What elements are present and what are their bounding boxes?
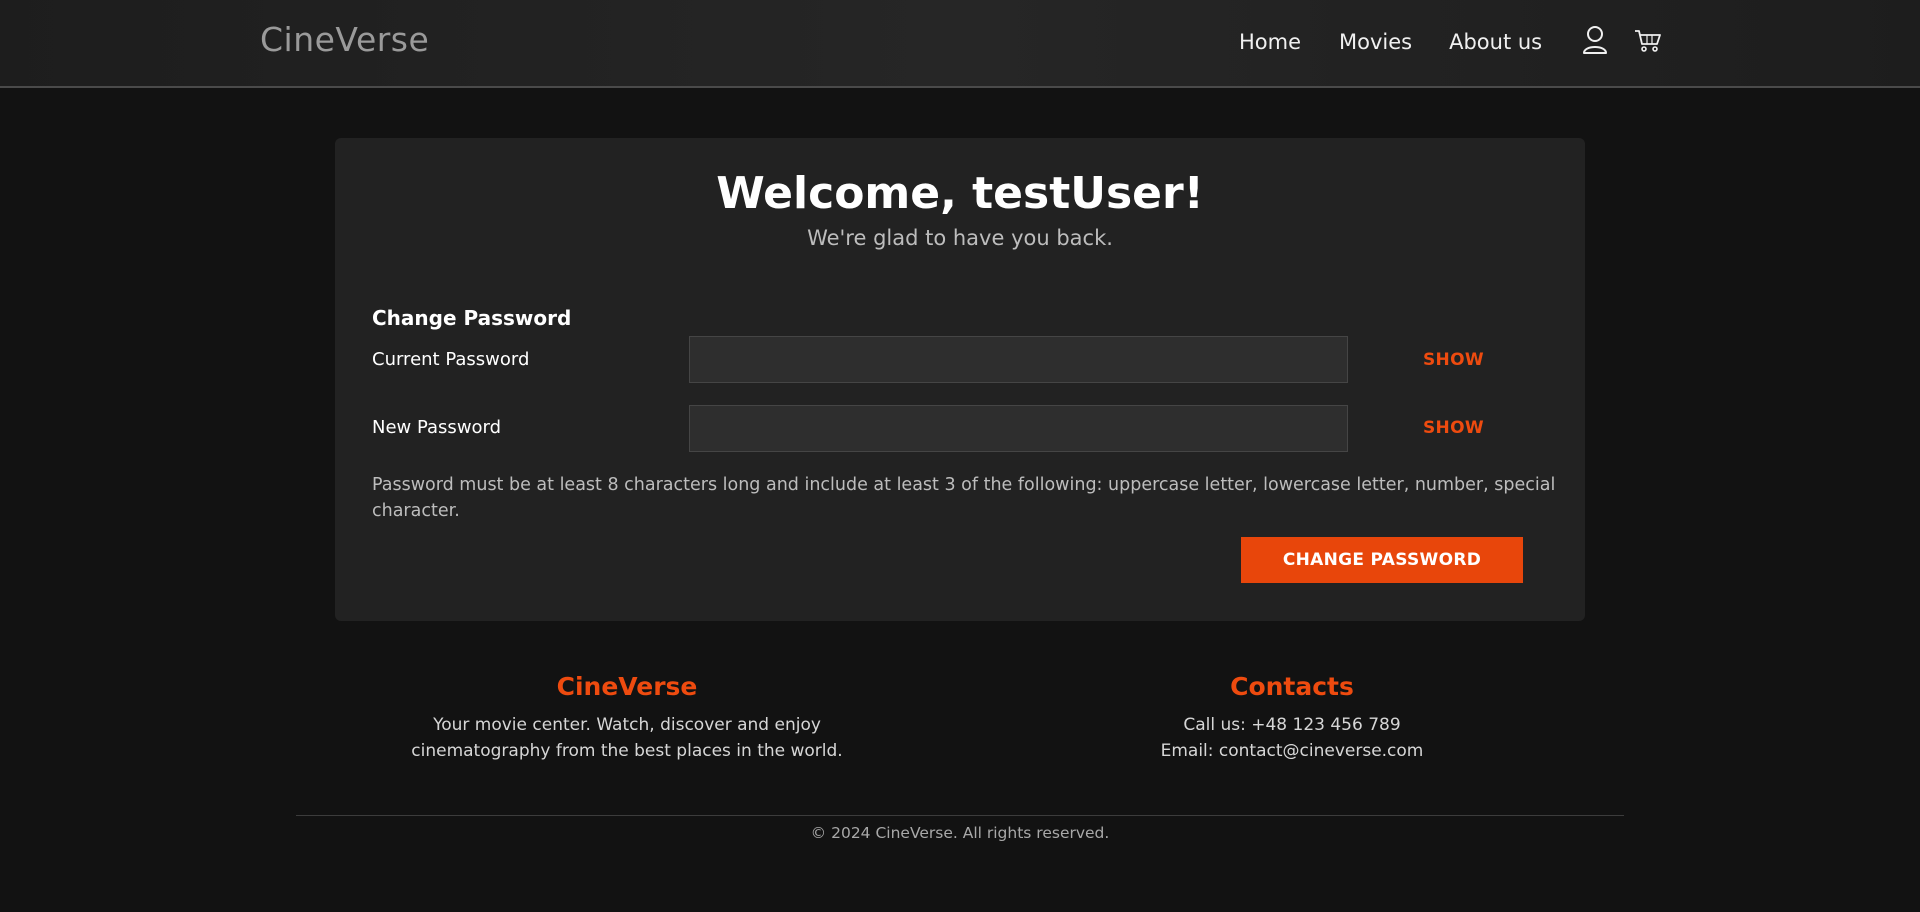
password-requirements-hint: Password must be at least 8 characters l… — [372, 475, 1556, 521]
footer-contacts: Contacts Call us: +48 123 456 789 Email:… — [1072, 672, 1512, 764]
change-password-heading: Change Password — [372, 306, 572, 330]
new-password-input[interactable] — [689, 405, 1348, 452]
footer-phone: Call us: +48 123 456 789 — [1183, 715, 1401, 735]
nav-about-link[interactable]: About us — [1449, 30, 1542, 54]
footer-brand-line-2: cinematography from the best places in t… — [411, 741, 843, 761]
footer-email[interactable]: Email: contact@cineverse.com — [1072, 738, 1512, 764]
new-password-label: New Password — [372, 417, 502, 438]
nav-movies-link[interactable]: Movies — [1339, 30, 1412, 54]
show-current-password-toggle[interactable]: SHOW — [1423, 350, 1484, 370]
current-password-label: Current Password — [372, 349, 530, 370]
page-title: Welcome, testUser! — [716, 168, 1204, 219]
footer-contacts-title: Contacts — [1230, 672, 1354, 701]
current-password-input[interactable] — [689, 336, 1348, 383]
footer-brand-title: CineVerse — [556, 672, 698, 701]
cart-icon[interactable] — [1633, 24, 1663, 56]
nav-home-link[interactable]: Home — [1239, 30, 1301, 54]
main-nav: Home Movies About us — [1239, 30, 1542, 54]
footer-brand: CineVerse Your movie center. Watch, disc… — [397, 672, 857, 764]
change-password-button[interactable]: CHANGE PASSWORD — [1241, 537, 1523, 583]
account-card: Welcome, testUser! We're glad to have yo… — [335, 138, 1585, 621]
site-logo[interactable]: CineVerse — [260, 20, 429, 59]
show-new-password-toggle[interactable]: SHOW — [1423, 418, 1484, 438]
page-subtitle: We're glad to have you back. — [807, 226, 1113, 250]
copyright-text: © 2024 CineVerse. All rights reserved. — [810, 824, 1110, 842]
footer-divider — [296, 815, 1624, 816]
site-header: CineVerse Home Movies About us — [0, 0, 1920, 88]
footer-brand-line-1: Your movie center. Watch, discover and e… — [433, 715, 821, 735]
user-icon[interactable] — [1580, 24, 1610, 56]
